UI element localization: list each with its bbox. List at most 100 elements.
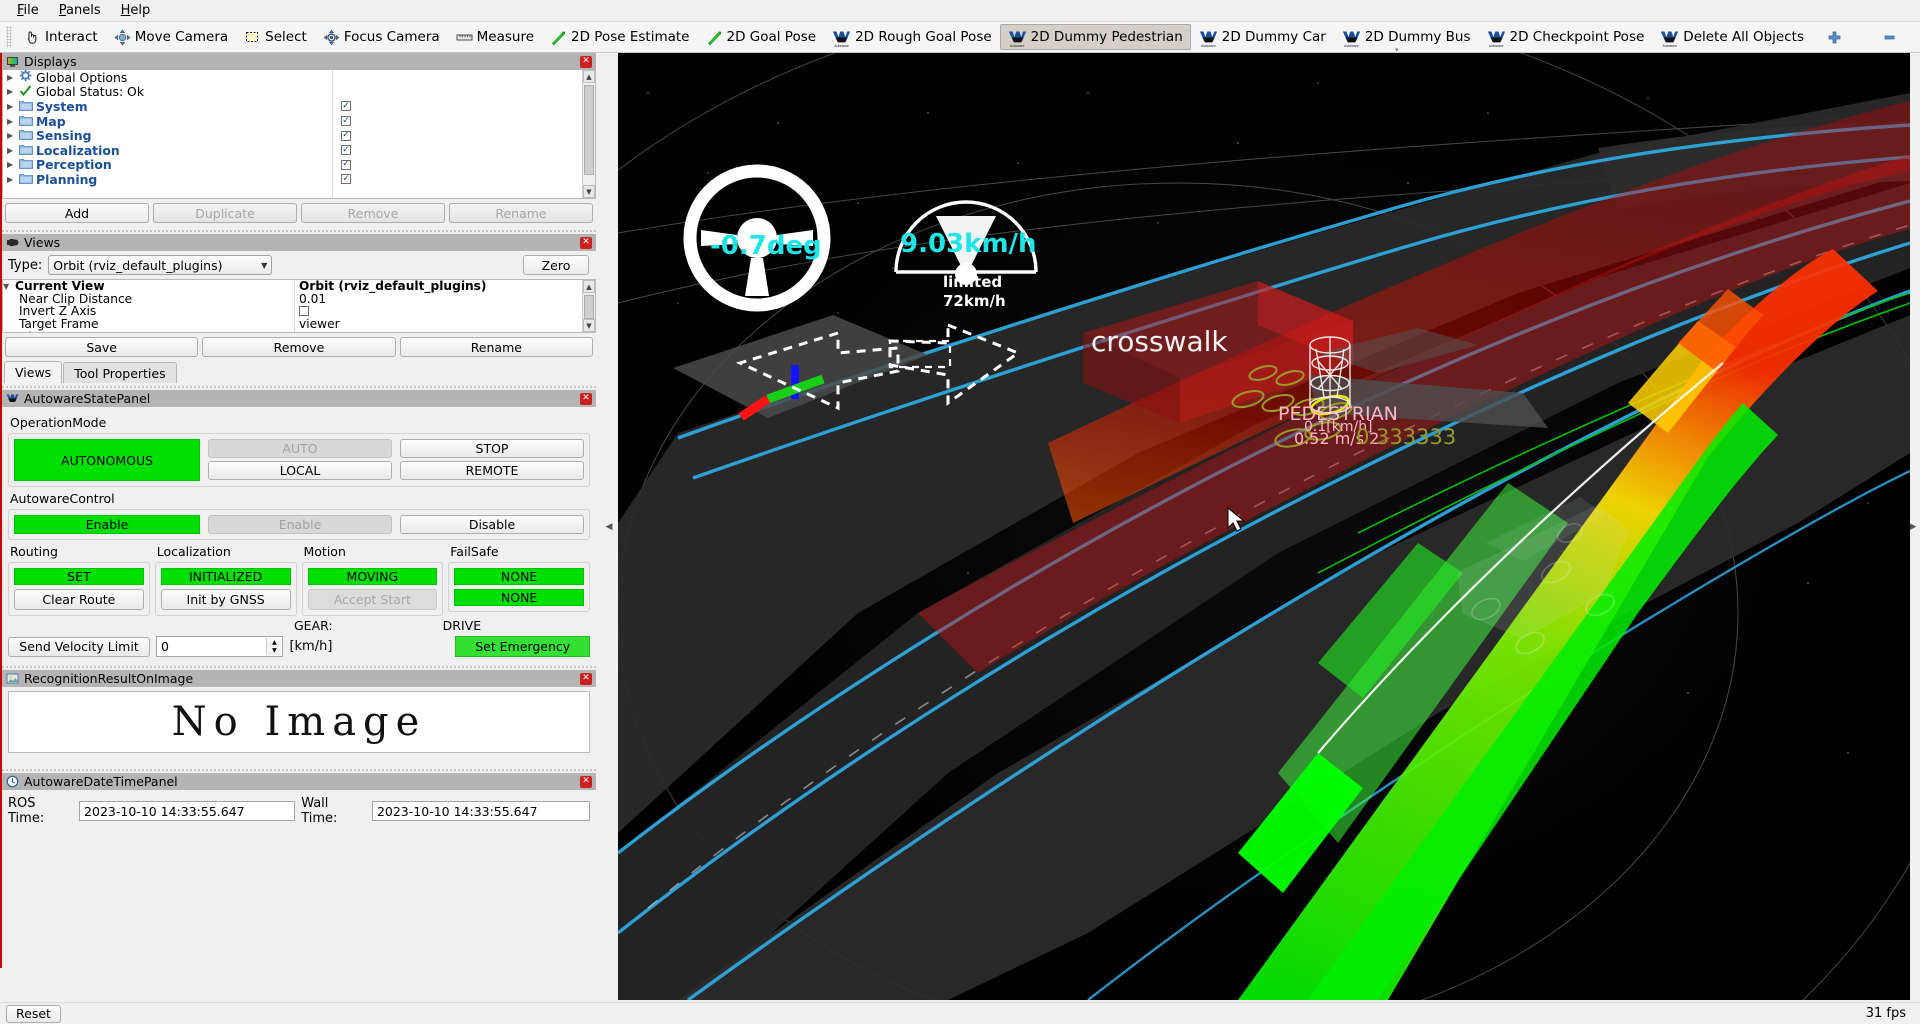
displays-row-map[interactable]: ▶Map <box>3 114 332 129</box>
autoware-control-disable-button[interactable]: Disable <box>400 515 584 534</box>
scroll-down-icon[interactable]: ▼ <box>583 319 595 332</box>
add-tool-button[interactable] <box>1818 24 1851 50</box>
chevron-right-icon[interactable]: ▶ <box>7 175 19 184</box>
tab-views[interactable]: Views <box>4 361 62 383</box>
chevron-right-icon[interactable]: ▶ <box>7 131 19 140</box>
tool-button-2d-rough-goal-pose[interactable]: Autoware2D Rough Goal Pose <box>824 24 1000 50</box>
scrollbar-thumb[interactable] <box>584 85 594 175</box>
state-group-button-init-by-gnss[interactable]: Init by GNSS <box>161 589 291 610</box>
displays-row-enabled-checkbox[interactable]: ✓ <box>333 128 595 143</box>
chevron-right-icon[interactable]: ▶ <box>7 73 19 82</box>
views-remove-button[interactable]: Remove <box>202 337 395 357</box>
tool-button-2d-dummy-car[interactable]: Autoware2D Dummy Car <box>1191 24 1334 50</box>
close-icon[interactable]: ✕ <box>580 673 592 685</box>
displays-remove-button[interactable]: Remove <box>301 203 445 223</box>
close-icon[interactable]: ✕ <box>580 776 592 788</box>
chevron-right-icon[interactable]: ▶ <box>7 117 19 126</box>
checkbox-icon[interactable]: ✓ <box>341 116 351 126</box>
displays-row-perception[interactable]: ▶Perception <box>3 158 332 173</box>
view-property-name[interactable]: Distance <box>3 330 294 333</box>
dock-splitter[interactable] <box>2 227 596 234</box>
view-property-value[interactable] <box>299 305 595 318</box>
chevron-right-icon[interactable]: ▶ <box>7 160 19 169</box>
tool-button-2d-goal-pose[interactable]: 2D Goal Pose <box>698 24 825 50</box>
rviz-3d-viewport[interactable]: -0.7deg 9.03km/h limited 72km/h crosswal… <box>618 53 1910 1000</box>
checkbox-icon[interactable]: ✓ <box>341 174 351 184</box>
view-property-value[interactable]: 0.01 <box>299 293 595 306</box>
view-property-name[interactable]: Target Frame <box>3 318 294 331</box>
displays-row-enabled-checkbox[interactable]: ✓ <box>333 114 595 129</box>
displays-row-global-status-ok[interactable]: ▶Global Status: Ok <box>3 85 332 100</box>
set-emergency-button[interactable]: Set Emergency <box>455 636 590 657</box>
displays-row-sensing[interactable]: ▶Sensing <box>3 128 332 143</box>
close-icon[interactable]: ✕ <box>580 56 592 68</box>
checkbox-icon[interactable]: ✓ <box>341 160 351 170</box>
view-property-value[interactable]: Orbit (rviz_default_plugins) <box>299 280 595 293</box>
displays-scrollbar[interactable]: ▲ ▼ <box>582 70 595 198</box>
checkbox-icon[interactable] <box>299 306 309 316</box>
tool-button-delete-all-objects[interactable]: AutowareDelete All Objects <box>1652 24 1812 50</box>
displays-rename-button[interactable]: Rename <box>449 203 593 223</box>
displays-row-enabled-checkbox[interactable]: ✓ <box>333 158 595 173</box>
tool-button-2d-checkpoint-pose[interactable]: Autoware2D Checkpoint Pose <box>1479 24 1653 50</box>
tool-button-select[interactable]: Select <box>236 24 315 50</box>
zero-button[interactable]: Zero <box>523 255 589 275</box>
scroll-down-icon[interactable]: ▼ <box>583 185 595 198</box>
view-property-name[interactable]: Near Clip Distance <box>3 293 294 306</box>
menu-item-file[interactable]: File <box>8 1 48 20</box>
operation-mode-local-button[interactable]: LOCAL <box>208 461 392 480</box>
close-icon[interactable]: ✕ <box>580 393 592 405</box>
remove-tool-button[interactable] <box>1873 24 1906 50</box>
wall-time-field[interactable]: 2023-10-10 14:33:55.647 <box>372 801 590 821</box>
views-property-tree[interactable]: ▼Current ViewNear Clip DistanceInvert Z … <box>2 279 596 333</box>
velocity-limit-stepper[interactable]: 0 ▲ ▼ <box>156 636 283 657</box>
view-property-value[interactable]: 25.7307 <box>299 330 595 333</box>
dock-splitter-2[interactable] <box>2 383 596 390</box>
displays-add-button[interactable]: Add <box>5 203 149 223</box>
state-group-button-clear-route[interactable]: Clear Route <box>14 589 144 610</box>
displays-row-global-options[interactable]: ▶Global Options <box>3 70 332 85</box>
displays-row-enabled-checkbox[interactable]: ✓ <box>333 99 595 114</box>
viewport-left-handle[interactable]: ◀ <box>604 53 614 1000</box>
operation-mode-auto-button[interactable]: AUTO <box>208 439 392 458</box>
operation-mode-remote-button[interactable]: REMOTE <box>400 461 584 480</box>
displays-duplicate-button[interactable]: Duplicate <box>153 203 297 223</box>
reset-button[interactable]: Reset <box>6 1005 61 1023</box>
displays-row-localization[interactable]: ▶Localization <box>3 143 332 158</box>
toolbar-drag-handle[interactable] <box>6 26 12 48</box>
state-group-button-accept-start[interactable]: Accept Start <box>308 589 438 610</box>
scroll-up-icon[interactable]: ▲ <box>583 280 595 293</box>
close-icon[interactable]: ✕ <box>580 237 592 249</box>
tool-button-measure[interactable]: Measure <box>448 24 542 50</box>
displays-row-enabled-checkbox[interactable]: ✓ <box>333 143 595 158</box>
checkbox-icon[interactable]: ✓ <box>341 131 351 141</box>
menu-item-help[interactable]: Help <box>112 1 160 20</box>
chevron-down-icon[interactable]: ▼ <box>3 282 15 291</box>
scrollbar-thumb[interactable] <box>584 295 594 319</box>
operation-mode-stop-button[interactable]: STOP <box>400 439 584 458</box>
displays-row-enabled-checkbox[interactable]: ✓ <box>333 172 595 187</box>
tool-button-2d-pose-estimate[interactable]: 2D Pose Estimate <box>542 24 697 50</box>
views-scrollbar[interactable]: ▲ ▼ <box>582 280 595 332</box>
chevron-right-icon[interactable]: ▶ <box>7 102 19 111</box>
checkbox-icon[interactable]: ✓ <box>341 101 351 111</box>
tool-button-2d-dummy-bus[interactable]: Autoware2D Dummy Bus <box>1334 24 1479 50</box>
tab-tool-properties[interactable]: Tool Properties <box>63 362 176 383</box>
displays-row-system[interactable]: ▶System <box>3 99 332 114</box>
autoware-control-enable-button[interactable]: Enable <box>208 515 392 534</box>
displays-tree[interactable]: ▶Global Options▶Global Status: Ok▶System… <box>2 70 596 199</box>
views-rename-button[interactable]: Rename <box>400 337 593 357</box>
menu-item-panels[interactable]: Panels <box>50 1 110 20</box>
checkbox-icon[interactable]: ✓ <box>341 145 351 155</box>
send-velocity-limit-button[interactable]: Send Velocity Limit <box>8 637 150 657</box>
view-type-select[interactable]: Orbit (rviz_default_plugins) ▼ <box>48 255 272 275</box>
displays-row-planning[interactable]: ▶Planning <box>3 172 332 187</box>
tool-button-focus-camera[interactable]: Focus Camera <box>315 24 448 50</box>
view-property-name[interactable]: ▼Current View <box>3 280 294 293</box>
toolbar-overflow-arrow[interactable]: ▾ <box>1395 46 1402 51</box>
views-save-button[interactable]: Save <box>5 337 198 357</box>
dock-splitter-3[interactable] <box>2 663 596 670</box>
view-property-value[interactable]: viewer <box>299 318 595 331</box>
stepper-down-icon[interactable]: ▼ <box>267 647 281 656</box>
chevron-right-icon[interactable]: ▶ <box>7 146 19 155</box>
